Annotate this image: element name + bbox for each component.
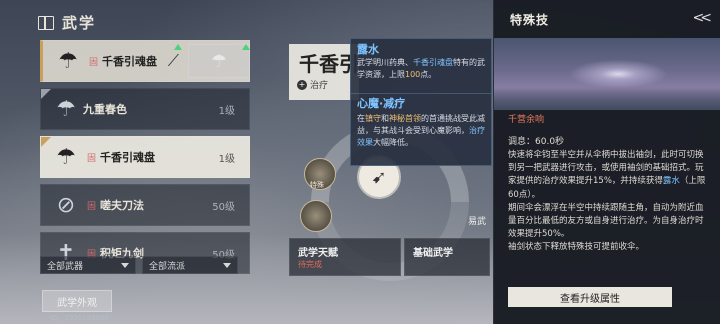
umbrella-icon: ☂ — [210, 50, 228, 72]
tooltip-divider — [351, 93, 491, 94]
panel-title: 特殊技 — [510, 13, 550, 27]
skill-type-label: 治疗 — [310, 81, 329, 91]
skill-name: 千香引魂盘 — [102, 55, 158, 68]
skill-tag: 固 — [87, 201, 97, 212]
cooldown-text: 调息：60.0秒 — [508, 137, 565, 147]
special-skill-panel: 特殊技 << 千营余响 调息：60.0秒 快速将伞钧至半空并从伞柄中拔出袖剑，此… — [493, 0, 720, 324]
tooltip-text: 在镇守和神秘首领的首通挑战受此减益，与其战斗会受到心魔影响，治疗效果大幅降低。 — [357, 114, 485, 147]
secondary-weapon-slot[interactable]: ☂ — [188, 44, 250, 78]
weapon-filter-select[interactable]: 全部武器 — [40, 256, 136, 274]
tooltip-text: 武学明川药典、千香引魂盘特有的武学资源，上限100点。 — [357, 58, 485, 79]
tab-martial-talent[interactable]: 武学天赋 待完成 — [289, 238, 401, 276]
upgrade-arrow-icon — [242, 44, 250, 50]
skill-level: 50级 — [212, 201, 235, 213]
upgrade-arrow-icon — [174, 44, 182, 50]
tab-label: 基础武学 — [413, 248, 453, 259]
skill-description: 快速将伞钧至半空并从伞柄中拔出袖剑，此时可切换到另一把武器进行攻击，或使用袖剑的… — [508, 150, 706, 253]
skill-tag: 固 — [89, 57, 99, 68]
blade-icon: ⊘ — [56, 192, 76, 218]
skill-preview-image — [494, 38, 720, 110]
sword-icon: ⟋ — [167, 51, 179, 70]
tooltip-title: 心魔·减疗 — [357, 97, 406, 110]
heal-icon: + — [297, 79, 307, 90]
skill-level: 1级 — [218, 153, 235, 165]
school-filter-select[interactable]: 全部流派 — [142, 256, 238, 274]
skill-item[interactable]: ⊘ 固 嗟夫刀法 50级 — [40, 184, 250, 226]
dropdown-arrow-icon — [223, 263, 231, 268]
skill-tag: 固 — [87, 153, 97, 164]
skill-level: 1级 — [218, 105, 235, 117]
skill-item-selected[interactable]: ☂ 固 千香引魂盘 1级 — [40, 136, 250, 178]
school-filter-value: 全部流派 — [149, 261, 186, 272]
filter-bar: 全部武器 全部流派 — [40, 256, 238, 274]
tab-basic-martial[interactable]: 基础武学 — [404, 238, 490, 276]
skill-type: + 治疗 — [297, 78, 328, 91]
preview-landscape — [494, 86, 720, 110]
skill-name: 嗟夫刀法 — [100, 199, 145, 212]
resource-tooltip: 露水 武学明川药典、千香引魂盘特有的武学资源，上限100点。 心魔·减疗 在镇守… — [350, 38, 492, 166]
blade-icon: ➹ — [371, 166, 387, 188]
user-id: ID：1925183660 — [50, 314, 109, 322]
skill-item[interactable]: ☂ 九重春色 1级 — [40, 88, 250, 130]
skill-name: 九重春色 — [83, 103, 127, 116]
tab-label: 武学天赋 — [298, 248, 338, 259]
skill-node[interactable] — [300, 200, 332, 232]
easy-martial-label: 易武 — [468, 217, 487, 227]
check-corner-icon — [41, 137, 51, 147]
tab-status: 待完成 — [298, 260, 322, 269]
view-upgrade-attributes-button[interactable]: 查看升级属性 — [508, 287, 672, 307]
page-header: 武学 — [38, 12, 96, 33]
appearance-button[interactable]: 武学外观 — [42, 290, 112, 312]
check-corner-icon — [41, 89, 51, 99]
page-title: 武学 — [62, 14, 97, 32]
umbrella-icon: ☂ — [56, 96, 76, 122]
dropdown-arrow-icon — [121, 263, 129, 268]
skill-name: 千香引魂盘 — [100, 151, 156, 164]
special-skill-name: 千营余响 — [508, 115, 545, 125]
book-icon — [38, 15, 54, 30]
umbrella-icon: ☂ — [58, 48, 78, 74]
double-chevron-left-icon[interactable]: << — [693, 10, 713, 26]
weapon-filter-value: 全部武器 — [47, 261, 84, 272]
tooltip-title: 露水 — [357, 43, 379, 56]
skill-title-card: 千香引 + 治疗 — [289, 44, 359, 100]
skill-node-label: 特殊 — [310, 181, 324, 189]
umbrella-icon: ☂ — [56, 144, 76, 170]
